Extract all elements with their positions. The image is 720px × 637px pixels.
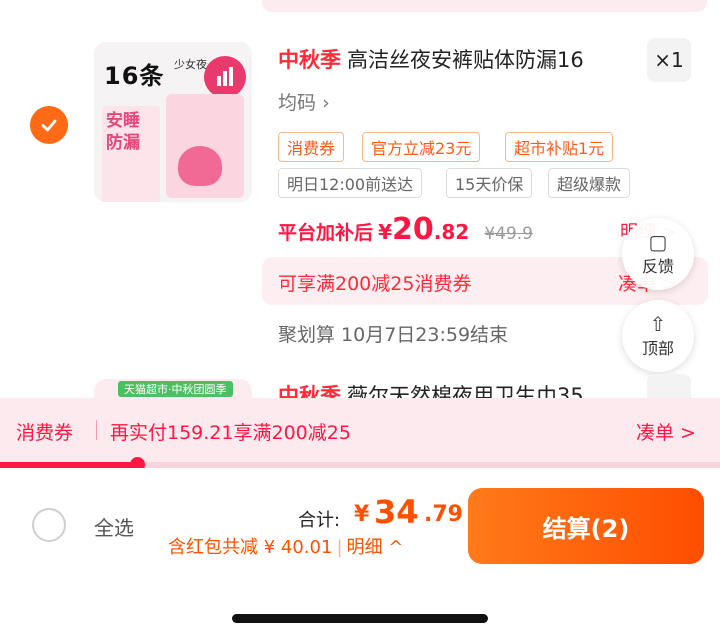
- discount-summary[interactable]: 含红包共减 ¥ 40.01 | 明细 ^: [168, 533, 403, 559]
- price-label: 平台加补后: [278, 222, 374, 244]
- tag-market-subsidy: 超市补贴1元: [505, 132, 614, 162]
- banner-message: 再实付159.21享满200减25: [110, 422, 351, 444]
- promo-tag: 中秋季: [278, 48, 341, 72]
- coupon-banner[interactable]: 消费券 再实付159.21享满200减25 凑单 >: [0, 398, 720, 464]
- coupon-text: 可享满200减25消费券: [278, 273, 472, 295]
- price-currency: ¥: [378, 220, 393, 244]
- thumb-mini-text: 少女夜安裤均码: [174, 58, 208, 71]
- brand-badge-icon: [204, 56, 246, 98]
- total-int: 34: [374, 493, 419, 531]
- price-int: 20: [392, 212, 434, 247]
- product2-thumb-tag: 天猫超市·中秋团圆季: [118, 381, 233, 397]
- product2-title[interactable]: 中秋季 薇尔天然棉夜用卫生巾35: [278, 380, 584, 400]
- banner-action[interactable]: 凑单 >: [636, 418, 696, 445]
- arrow-up-icon: ⇧: [649, 312, 667, 336]
- home-indicator: [232, 614, 488, 623]
- item-checkbox-checked[interactable]: [30, 106, 68, 144]
- back-to-top-button[interactable]: ⇧ 顶部: [622, 300, 694, 372]
- feedback-button[interactable]: ▢ 反馈: [622, 218, 694, 290]
- total-label: 合计:: [298, 510, 341, 531]
- spec-selector[interactable]: 均码 ›: [278, 88, 330, 115]
- thumb-side-text: 安睡防漏: [106, 111, 140, 153]
- total-dec: .79: [424, 502, 463, 527]
- chevron-right-icon: ›: [322, 92, 330, 114]
- heart-graphic-icon: [178, 146, 222, 186]
- product-title-text: 高洁丝夜安裤贴体防漏16: [347, 48, 584, 72]
- discount-detail: 明细 ^: [346, 537, 404, 558]
- spec-text: 均码: [278, 92, 317, 114]
- tag-delivery: 明日12:00前送达: [278, 168, 423, 198]
- product2-quantity-button[interactable]: [647, 374, 691, 400]
- select-all-checkbox[interactable]: [32, 508, 66, 542]
- tag-official-discount: 官方立减23元: [362, 132, 481, 162]
- thumb-count: 16条: [104, 62, 165, 90]
- feedback-icon: ▢: [648, 230, 668, 254]
- total-currency: ¥: [354, 502, 370, 527]
- presale-info: 聚划算 10月7日23:59结束: [278, 324, 509, 346]
- price-line: 平台加补后 ¥20.82 ¥49.9: [278, 212, 533, 247]
- tag-price-protect: 15天价保: [446, 168, 533, 198]
- banner-divider: [96, 420, 97, 440]
- product-title[interactable]: 中秋季 高洁丝夜安裤贴体防漏16: [278, 44, 584, 74]
- feedback-label: 反馈: [641, 257, 674, 276]
- select-all-label[interactable]: 全选: [94, 512, 134, 541]
- checkmark-icon: [41, 119, 57, 132]
- discount-text: 含红包共减 ¥ 40.01: [168, 537, 333, 558]
- back-to-top-label: 顶部: [641, 339, 674, 358]
- original-price: ¥49.9: [484, 224, 533, 244]
- previous-item-edge: [262, 0, 707, 12]
- tag-hot: 超级爆款: [548, 168, 631, 198]
- banner-label: 消费券: [16, 422, 74, 444]
- price-dec: .82: [433, 220, 470, 244]
- tag-coupon: 消费券: [278, 132, 345, 162]
- discount-divider: |: [336, 537, 343, 558]
- product-thumbnail[interactable]: 16条 少女夜安裤均码 安睡防漏: [94, 42, 252, 202]
- checkout-button[interactable]: 结算(2): [468, 488, 704, 564]
- quantity-button[interactable]: ×1: [647, 38, 691, 82]
